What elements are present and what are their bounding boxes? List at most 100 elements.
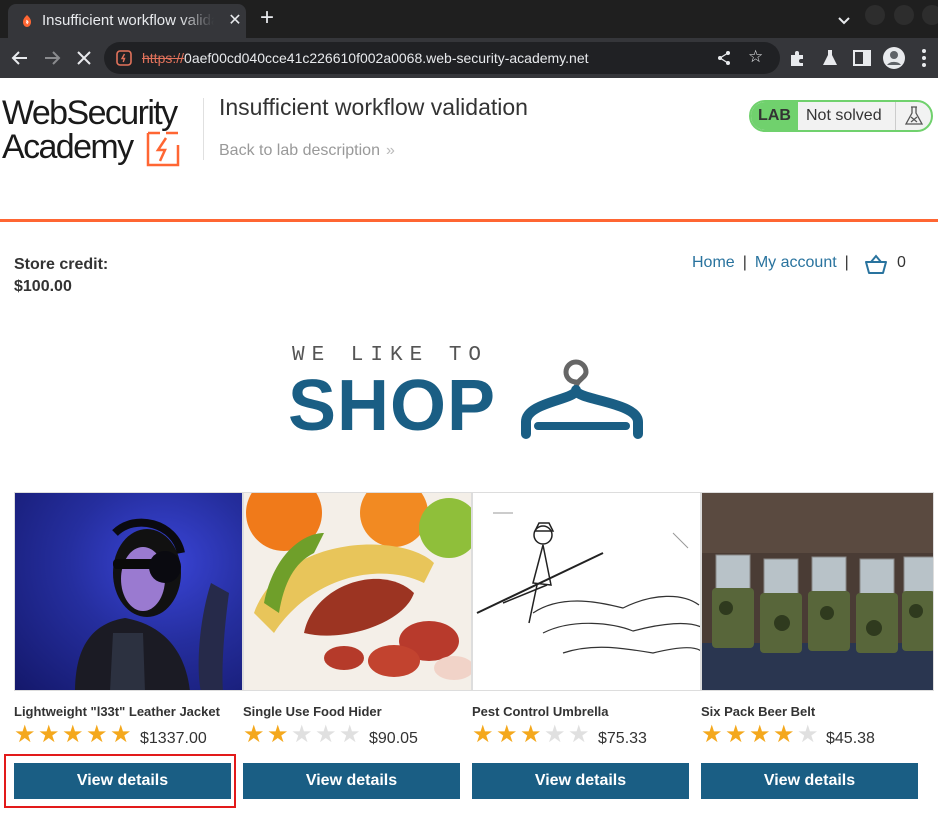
star-filled-icon: ★ xyxy=(243,721,265,748)
menu-dots-icon[interactable] xyxy=(912,46,936,70)
banana-sausage-photo xyxy=(246,493,471,680)
product-name: Six Pack Beer Belt xyxy=(701,704,816,719)
product-card: Single Use Food Hider ★ ★ ★ ★ ★ $90.05 View … xyxy=(243,492,472,812)
star-filled-icon: ★ xyxy=(62,721,84,748)
star-empty-icon: ★ xyxy=(544,721,566,748)
banner-tagline: WE LIKE TO xyxy=(292,344,489,367)
labs-flask-icon[interactable] xyxy=(818,46,842,70)
shop-banner: WE LIKE TO SHOP xyxy=(288,344,650,444)
my-account-link[interactable]: My account xyxy=(755,254,837,271)
cartoon-umbrella-sketch xyxy=(476,512,700,654)
url-scheme: https:// xyxy=(142,50,185,66)
back-to-lab-description-link[interactable]: Back to lab description » xyxy=(219,141,395,161)
favicon-icon xyxy=(23,15,31,27)
cart-count[interactable]: 0 xyxy=(897,252,906,274)
product-card: Pest Control Umbrella ★ ★ ★ ★ ★ $75.33 View … xyxy=(472,492,701,812)
logo-divider xyxy=(203,98,204,160)
window-maximize-icon[interactable] xyxy=(894,5,914,25)
product-price: $75.33 xyxy=(598,730,647,747)
product-image[interactable] xyxy=(243,492,472,691)
store-credit: Store credit: $100.00 xyxy=(14,254,108,298)
profile-avatar-icon[interactable] xyxy=(882,46,906,70)
nav-separator: | xyxy=(844,254,849,271)
product-rating: ★ ★ ★ ★ ★ xyxy=(14,721,134,748)
shopping-basket-icon[interactable] xyxy=(864,253,888,275)
url-text[interactable]: https://0aef00cd040cce41c226610f002a0068… xyxy=(142,50,589,66)
extensions-puzzle-icon[interactable] xyxy=(786,46,810,70)
beer-belt-photo xyxy=(702,493,933,690)
bookmark-star-icon[interactable]: ☆ xyxy=(748,47,763,67)
product-image[interactable] xyxy=(701,492,934,691)
browser-toolbar: https://0aef00cd040cce41c226610f002a0068… xyxy=(0,38,938,78)
new-tab-icon[interactable]: + xyxy=(256,6,278,30)
star-filled-icon: ★ xyxy=(749,721,771,748)
product-rating: ★ ★ ★ ★ ★ xyxy=(243,721,363,748)
not-secure-icon[interactable] xyxy=(116,50,132,66)
product-price: $45.38 xyxy=(826,730,875,747)
star-filled-icon: ★ xyxy=(520,721,542,748)
browser-tab-bar: Insufficient workflow validation ✕ + xyxy=(0,0,938,38)
stop-loading-icon[interactable] xyxy=(72,46,96,70)
product-price: $1337.00 xyxy=(140,730,207,747)
tab-title: Insufficient workflow validation xyxy=(42,12,214,29)
star-empty-icon: ★ xyxy=(291,721,313,748)
star-filled-icon: ★ xyxy=(725,721,747,748)
product-image[interactable] xyxy=(472,492,701,691)
store-credit-value: $100.00 xyxy=(14,278,72,295)
star-filled-icon: ★ xyxy=(496,721,518,748)
side-panel-icon[interactable] xyxy=(850,46,874,70)
double-chevron-icon: » xyxy=(385,142,395,159)
back-arrow-icon[interactable] xyxy=(8,46,32,70)
product-price: $90.05 xyxy=(369,730,418,747)
web-security-academy-logo[interactable]: WebSecurity Academy xyxy=(2,95,200,171)
star-filled-icon: ★ xyxy=(110,721,132,748)
star-filled-icon: ★ xyxy=(86,721,108,748)
product-rating: ★ ★ ★ ★ ★ xyxy=(472,721,592,748)
star-filled-icon: ★ xyxy=(773,721,795,748)
star-filled-icon: ★ xyxy=(267,721,289,748)
star-empty-icon: ★ xyxy=(797,721,819,748)
star-filled-icon: ★ xyxy=(14,721,36,748)
product-name: Pest Control Umbrella xyxy=(472,704,609,719)
store-nav: Home | My account | xyxy=(692,252,857,274)
back-link-label: Back to lab description xyxy=(219,142,380,159)
star-filled-icon: ★ xyxy=(701,721,723,748)
view-details-button[interactable]: View details xyxy=(472,763,689,799)
forward-arrow-icon[interactable] xyxy=(40,46,64,70)
product-name: Lightweight "l33t" Leather Jacket xyxy=(14,704,220,719)
address-bar[interactable]: https://0aef00cd040cce41c226610f002a0068… xyxy=(104,42,780,74)
window-minimize-icon[interactable] xyxy=(865,5,885,25)
chevron-down-icon[interactable] xyxy=(834,10,854,30)
url-host: 0aef00cd040cce41c226610f002a0068.web-sec… xyxy=(184,50,589,66)
logo-line1: WebSecurity xyxy=(2,94,178,132)
star-empty-icon: ★ xyxy=(568,721,590,748)
home-link[interactable]: Home xyxy=(692,254,735,271)
star-empty-icon: ★ xyxy=(339,721,361,748)
star-filled-icon: ★ xyxy=(472,721,494,748)
logo-line2: Academy xyxy=(2,128,134,166)
lightning-bolt-icon xyxy=(146,131,180,167)
close-tab-icon[interactable]: ✕ xyxy=(226,12,244,30)
lab-title: Insufficient workflow validation xyxy=(219,94,528,120)
lab-badge: LAB xyxy=(751,102,798,130)
highlighted-button-annotation xyxy=(4,754,236,808)
view-details-button[interactable]: View details xyxy=(701,763,918,799)
star-filled-icon: ★ xyxy=(38,721,60,748)
nav-separator: | xyxy=(742,254,747,271)
flask-icon xyxy=(904,106,924,125)
browser-tab[interactable]: Insufficient workflow validation ✕ xyxy=(8,4,246,38)
coat-hanger-icon xyxy=(521,359,643,439)
store-credit-label: Store credit: xyxy=(14,256,109,273)
status-divider xyxy=(895,102,896,130)
woman-with-headphones-photo xyxy=(75,518,229,690)
star-empty-icon: ★ xyxy=(315,721,337,748)
window-close-icon[interactable] xyxy=(922,5,938,25)
lab-status-text: Not solved xyxy=(806,107,882,124)
view-details-button[interactable]: View details xyxy=(243,763,460,799)
banner-title: SHOP xyxy=(288,366,497,446)
product-image[interactable] xyxy=(14,492,243,691)
product-name: Single Use Food Hider xyxy=(243,704,382,719)
share-icon[interactable] xyxy=(716,50,732,66)
product-rating: ★ ★ ★ ★ ★ xyxy=(701,721,821,748)
product-card: Six Pack Beer Belt ★ ★ ★ ★ ★ $45.38 View det… xyxy=(701,492,934,812)
